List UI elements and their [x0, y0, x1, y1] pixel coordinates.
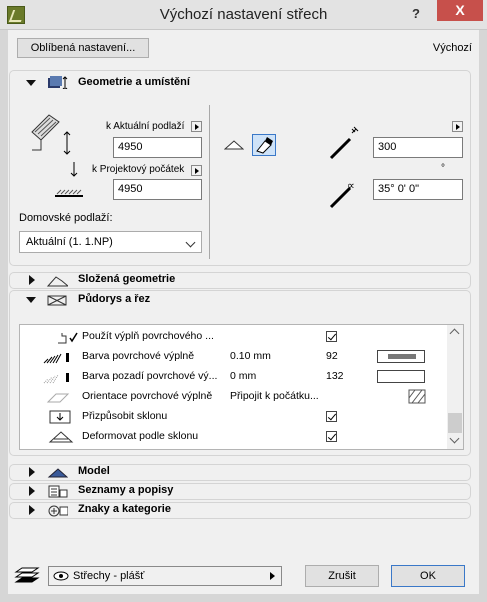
background-pen-icon — [43, 373, 69, 384]
roof-thickness-icon — [329, 126, 359, 160]
current-floor-input[interactable]: 4950 — [113, 137, 202, 158]
svg-text:∝: ∝ — [347, 179, 355, 192]
favorites-button[interactable]: Oblíbená nastavení... — [17, 38, 149, 58]
section-plan-header[interactable]: Půdorys a řez — [8, 292, 471, 309]
floor-plan-section-icon — [47, 295, 67, 306]
ok-button[interactable]: OK — [391, 565, 465, 587]
pen-color-icon — [43, 353, 69, 364]
layer-value: Střechy - plášť — [73, 570, 145, 582]
row-extra: 132 — [326, 370, 344, 382]
row-label: Přizpůsobit sklonu — [82, 410, 168, 422]
section-complex-title: Složená geometrie — [78, 273, 176, 285]
scroll-up-icon[interactable] — [449, 328, 460, 339]
section-tags-header[interactable]: Znaky a kategorie — [8, 502, 471, 519]
roof-thickness-input[interactable]: 300 — [373, 137, 463, 158]
degree-symbol: ° — [441, 163, 445, 174]
thickness-popup-arrow[interactable] — [452, 121, 463, 132]
origin-arrow-icon — [70, 162, 78, 177]
use-surface-fill-checkbox[interactable] — [326, 331, 337, 342]
table-row[interactable]: Barva pozadí povrchové vý... 0 mm 132 — [20, 367, 448, 387]
collapsed-triangle-icon — [29, 275, 35, 285]
align-slope-icon — [49, 410, 71, 424]
project-origin-label: k Projektový počátek — [92, 164, 185, 175]
roof-polyroof-toggle[interactable] — [252, 134, 276, 156]
row-extra: 92 — [326, 350, 338, 362]
title-bar: Výchozí nastavení střech ? X — [0, 0, 487, 30]
fill-check-icon — [58, 332, 78, 344]
expanded-triangle-icon — [26, 297, 36, 303]
cancel-button[interactable]: Zrušit — [305, 565, 379, 587]
vertical-divider — [209, 105, 210, 259]
scroll-down-icon[interactable] — [449, 433, 460, 444]
table-row[interactable]: Orientace povrchové výplně Připojit k po… — [20, 387, 448, 407]
deform-with-slope-checkbox[interactable] — [326, 431, 337, 442]
row-label: Barva pozadí povrchové vý... — [82, 370, 218, 382]
dialog-body: Oblíbená nastavení... Výchozí Geometrie … — [8, 30, 479, 594]
section-geometry-header[interactable]: Geometrie a umístění — [8, 75, 471, 92]
home-floor-select[interactable]: Aktuální (1. 1.NP) — [19, 231, 202, 253]
geometry-section-icon — [48, 76, 68, 89]
expanded-triangle-icon — [26, 80, 36, 86]
section-listing-title: Seznamy a popisy — [78, 484, 174, 496]
roof-thickness-mode-icon — [256, 137, 273, 154]
row-label: Orientace povrchové výplně — [82, 390, 213, 402]
help-button[interactable]: ? — [404, 4, 428, 24]
layer-stack-icon — [14, 567, 40, 583]
table-row[interactable]: Přizpůsobit sklonu — [20, 407, 448, 427]
current-floor-popup-arrow[interactable] — [191, 121, 202, 132]
scroll-thumb[interactable] — [448, 413, 462, 433]
row-value: Připojit k počátku... — [230, 390, 319, 402]
home-floor-label: Domovské podlaží: — [19, 212, 113, 224]
table-row[interactable]: Použít výplň povrchového ... — [20, 327, 448, 347]
roof-pitch-input[interactable]: 35° 0' 0" — [373, 179, 463, 200]
row-label: Deformovat podle sklonu — [82, 430, 199, 442]
current-floor-label: k Aktuální podlaží — [106, 121, 185, 132]
table-row[interactable]: Deformovat podle sklonu — [20, 427, 448, 447]
section-model-header[interactable]: Model — [8, 464, 471, 481]
project-origin-popup-arrow[interactable] — [191, 165, 202, 176]
collapsed-triangle-icon — [29, 505, 35, 515]
table-row[interactable]: Barva povrchové výplně 0.10 mm 92 — [20, 347, 448, 367]
section-listing-header[interactable]: Seznamy a popisy — [8, 483, 471, 500]
align-to-slope-checkbox[interactable] — [326, 411, 337, 422]
section-tags-title: Znaky a kategorie — [78, 503, 171, 515]
section-plan-title: Půdorys a řez — [78, 293, 151, 305]
fill-orientation-icon — [46, 393, 70, 403]
row-label: Použít výplň povrchového ... — [82, 330, 214, 342]
section-geometry-title: Geometrie a umístění — [78, 76, 190, 88]
hatch-pattern-icon[interactable] — [408, 389, 426, 404]
tags-icon — [48, 505, 68, 517]
complex-geometry-icon — [46, 276, 68, 287]
plan-settings-table: Použít výplň povrchového ... Barva povrc… — [19, 324, 464, 450]
row-value: 0.10 mm — [230, 350, 271, 362]
roof-elevation-icon — [31, 114, 71, 155]
listing-icon — [48, 485, 68, 498]
project-origin-input[interactable]: 4950 — [113, 179, 202, 200]
layer-select[interactable]: Střechy - plášť — [48, 566, 282, 586]
table-scrollbar[interactable] — [447, 325, 463, 449]
eye-icon — [53, 571, 69, 581]
background-swatch[interactable] — [377, 370, 425, 383]
home-floor-value: Aktuální (1. 1.NP) — [26, 236, 113, 248]
collapsed-triangle-icon — [29, 486, 35, 496]
popup-arrow-icon — [270, 572, 275, 580]
model-icon — [47, 468, 68, 478]
pen-swatch[interactable] — [377, 350, 425, 363]
section-complex-header[interactable]: Složená geometrie — [8, 272, 471, 289]
section-model-title: Model — [78, 465, 110, 477]
chevron-down-icon — [185, 237, 196, 248]
row-value: 0 mm — [230, 370, 257, 382]
roof-single-plane-icon[interactable] — [224, 139, 244, 151]
collapsed-triangle-icon — [29, 467, 35, 477]
roof-pitch-angle-icon: ∝ — [329, 179, 355, 209]
close-button[interactable]: X — [437, 0, 483, 21]
row-label: Barva povrchové výplně — [82, 350, 195, 362]
deform-slope-icon — [48, 431, 74, 443]
floor-hatch-icon — [55, 189, 83, 197]
default-label: Výchozí — [432, 42, 472, 54]
